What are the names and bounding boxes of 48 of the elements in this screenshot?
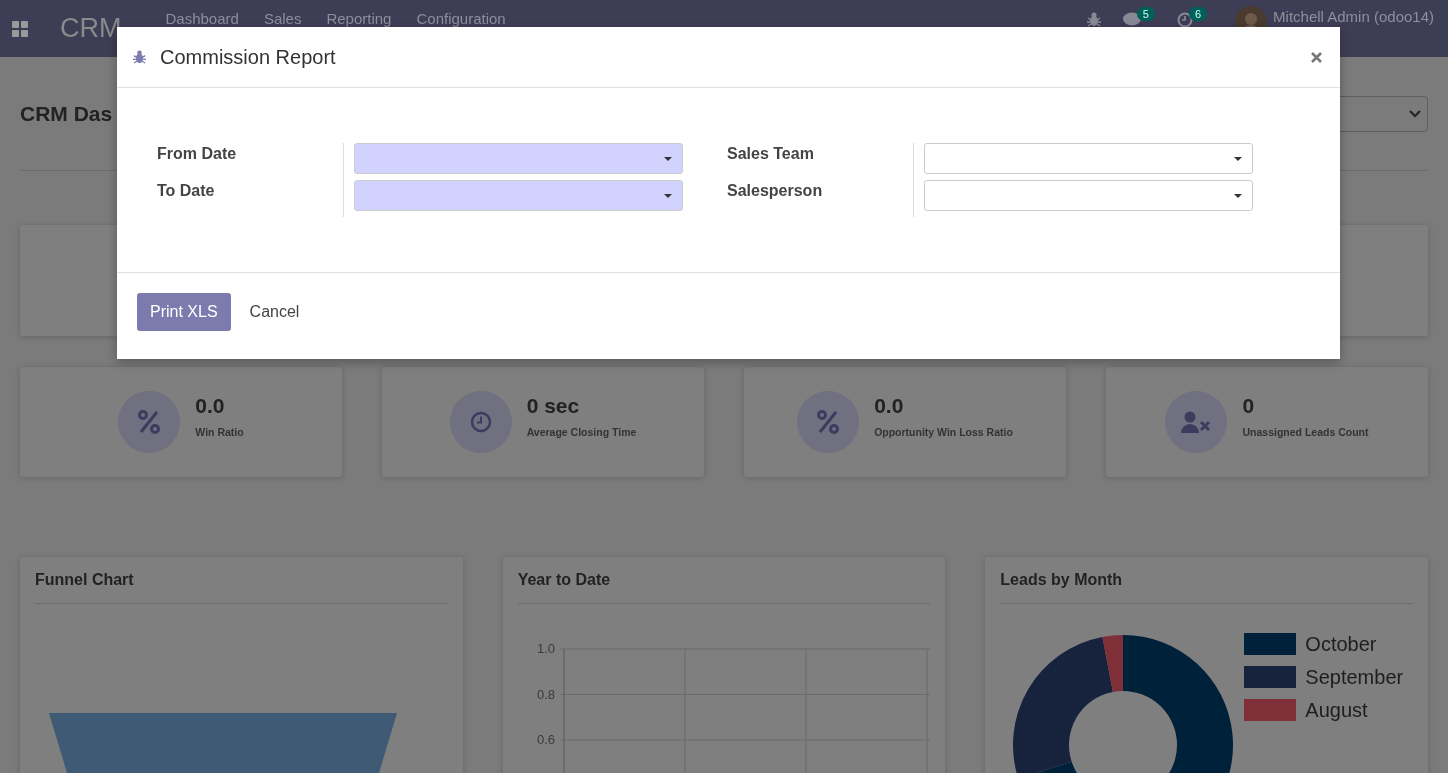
- y-axis-label: 1.0: [536, 641, 555, 656]
- percent-icon: [817, 410, 840, 434]
- field-label: Sales Team: [727, 145, 815, 163]
- field-label: Salesperson: [727, 182, 824, 200]
- clock-icon: [469, 411, 492, 433]
- caret-down-icon: [664, 193, 672, 198]
- user-name[interactable]: Mitchell Admin (odoo14): [1273, 8, 1434, 25]
- stat-value: 0: [1242, 394, 1256, 418]
- page-title: CRM Das: [20, 101, 113, 126]
- menu-item[interactable]: Configuration: [416, 10, 506, 27]
- stat-label: Opportunity Win Loss Ratio: [874, 426, 1013, 438]
- bug-icon[interactable]: [1086, 12, 1101, 27]
- field-label: From Date: [157, 145, 238, 163]
- activity-count-badge: 6: [1188, 7, 1208, 21]
- legend-label: September: [1305, 665, 1404, 689]
- stat-value: 0.0: [874, 394, 905, 418]
- print-button[interactable]: Print XLS: [137, 293, 231, 331]
- message-count-badge: 5: [1136, 7, 1155, 21]
- stat-value: 0 sec: [526, 394, 581, 418]
- legend-label: August: [1305, 698, 1368, 722]
- menu-item[interactable]: Reporting: [326, 10, 392, 27]
- caret-down-icon: [664, 156, 672, 161]
- chart-title: Leads by Month: [1000, 571, 1124, 589]
- legend-label: October: [1305, 632, 1377, 656]
- close-icon: [1311, 51, 1322, 63]
- stat-label: Win Ratio: [195, 426, 244, 438]
- field-label: To Date: [157, 182, 216, 200]
- chat-icon[interactable]: [1122, 12, 1141, 27]
- caret-down-icon: [1234, 193, 1242, 198]
- close-button[interactable]: [1309, 49, 1324, 65]
- stat-value: 0.0: [195, 394, 226, 418]
- chart-title: Year to Date: [517, 571, 612, 589]
- menu-item[interactable]: Sales: [263, 10, 302, 27]
- stat-label: Average Closing Time: [526, 426, 637, 438]
- dialog-title: Commission Report: [160, 45, 336, 69]
- chevron-down-icon: [1409, 109, 1421, 118]
- user-remove-icon: [1181, 411, 1212, 433]
- menu-item[interactable]: Dashboard: [165, 10, 239, 27]
- caret-down-icon: [1234, 156, 1242, 161]
- apps-menu-icon[interactable]: [12, 20, 28, 37]
- y-axis-label: 0.8: [536, 686, 555, 702]
- cancel-button[interactable]: Cancel: [236, 293, 313, 331]
- stat-label: Unassigned Leads Count: [1242, 426, 1369, 438]
- chart-title: Funnel Chart: [35, 571, 135, 589]
- clock-icon[interactable]: [1176, 12, 1193, 28]
- bug-icon: [133, 50, 146, 64]
- percent-icon: [138, 410, 161, 434]
- y-axis-label: 0.6: [536, 732, 555, 747]
